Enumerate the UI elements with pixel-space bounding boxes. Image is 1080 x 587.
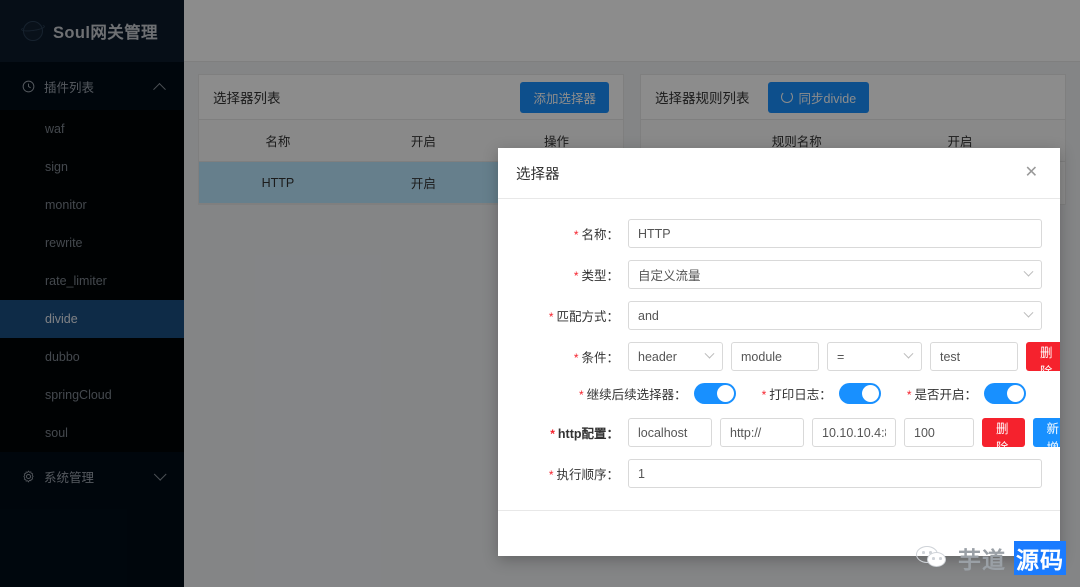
condition-value-input[interactable] — [930, 342, 1018, 371]
label-text: 匹配方式： — [556, 310, 619, 324]
label-text: 打印日志： — [769, 388, 832, 402]
condition-operator-select[interactable]: = — [827, 342, 922, 371]
field-row-name: * 名称： — [516, 219, 1042, 248]
label-text: 执行顺序： — [556, 468, 619, 482]
name-input[interactable] — [628, 219, 1042, 248]
http-weight-input[interactable] — [904, 418, 974, 447]
type-select-value: 自定义流量 — [638, 269, 701, 283]
field-label-order: * 执行顺序： — [516, 464, 628, 483]
toggle-knob — [1007, 385, 1024, 402]
switch-label-log: * 打印日志： — [762, 384, 832, 403]
toggle-knob — [861, 385, 879, 402]
condition-operator-value: = — [837, 349, 845, 364]
field-label-match-mode: * 匹配方式： — [516, 306, 628, 325]
http-delete-button[interactable]: 删 除 — [982, 418, 1025, 455]
condition-field-select[interactable]: header — [628, 342, 723, 371]
switch-item-log: * 打印日志： — [762, 383, 881, 404]
http-protocol-input[interactable] — [720, 418, 804, 447]
condition-delete-button[interactable]: 删 除 — [1026, 342, 1060, 379]
required-marker: * — [761, 388, 767, 402]
condition-key-input[interactable] — [731, 342, 819, 371]
modal-footer — [498, 510, 1060, 556]
condition-row: header = 删 除 新 增 — [628, 342, 1060, 379]
required-marker: * — [906, 388, 912, 402]
field-label-name: * 名称： — [516, 224, 628, 243]
modal-title: 选择器 — [516, 166, 560, 183]
required-marker: * — [578, 388, 584, 402]
print-log-toggle[interactable] — [838, 383, 881, 404]
http-config-row: 删 除 新 增 — [628, 418, 1060, 455]
required-marker: * — [548, 310, 554, 324]
chevron-down-icon — [1023, 266, 1034, 277]
chevron-down-icon — [704, 348, 715, 359]
http-host-input[interactable] — [628, 418, 712, 447]
switch-label-continue: * 继续后续选择器： — [579, 384, 687, 403]
http-url-input[interactable] — [812, 418, 896, 447]
field-row-order: * 执行顺序： — [516, 459, 1042, 488]
http-add-button[interactable]: 新 增 — [1032, 418, 1060, 455]
app-root: Soul网关管理 插件列表 waf sign monitor rewrite r… — [0, 0, 1080, 587]
label-text: http配置： — [557, 427, 619, 441]
required-marker: * — [573, 351, 579, 365]
condition-field-value: header — [638, 349, 677, 364]
switch-row: * 继续后续选择器： * 打印日志： * 是否开启： — [516, 383, 1042, 404]
selector-modal: 选择器 ✕ *名称： *类型： 自定义流量 — [498, 148, 1060, 556]
field-row-type: * 类型： 自定义流量 — [516, 260, 1042, 289]
label-text: 条件： — [581, 351, 619, 365]
chevron-down-icon — [1023, 307, 1034, 318]
switch-label-enabled: * 是否开启： — [907, 384, 977, 403]
order-input[interactable] — [628, 459, 1042, 488]
field-label-http-config: * http配置： — [516, 423, 628, 442]
field-row-condition: *条件： header = 删 除 新 增 — [516, 342, 1060, 379]
required-marker: * — [548, 468, 554, 482]
continue-selector-toggle[interactable] — [693, 383, 736, 404]
switch-item-continue: * 继续后续选择器： — [579, 383, 736, 404]
label-text: 是否开启： — [914, 388, 977, 402]
modal-header: 选择器 ✕ — [498, 148, 1060, 199]
chevron-down-icon — [903, 348, 914, 359]
field-row-match-mode: * 匹配方式： and — [516, 301, 1042, 330]
enabled-toggle[interactable] — [984, 383, 1026, 404]
label-text: 继续后续选择器： — [586, 388, 687, 402]
field-label-type: * 类型： — [516, 265, 628, 284]
modal-body: *名称： *类型： 自定义流量 *匹配方式： a — [498, 199, 1060, 510]
field-row-http-config: *http配置： 删 除 新 增 — [516, 418, 1060, 455]
required-marker: * — [573, 228, 579, 242]
required-marker: * — [550, 427, 555, 441]
type-select[interactable]: 自定义流量 — [628, 260, 1042, 289]
required-marker: * — [573, 269, 579, 283]
switch-item-enabled: * 是否开启： — [907, 383, 1026, 404]
label-text: 名称： — [581, 228, 619, 242]
match-mode-select[interactable]: and — [628, 301, 1042, 330]
field-label-condition: * 条件： — [516, 347, 628, 366]
label-text: 类型： — [581, 269, 619, 283]
close-icon[interactable]: ✕ — [1021, 161, 1042, 185]
match-mode-select-value: and — [638, 308, 659, 323]
toggle-knob — [716, 385, 734, 402]
